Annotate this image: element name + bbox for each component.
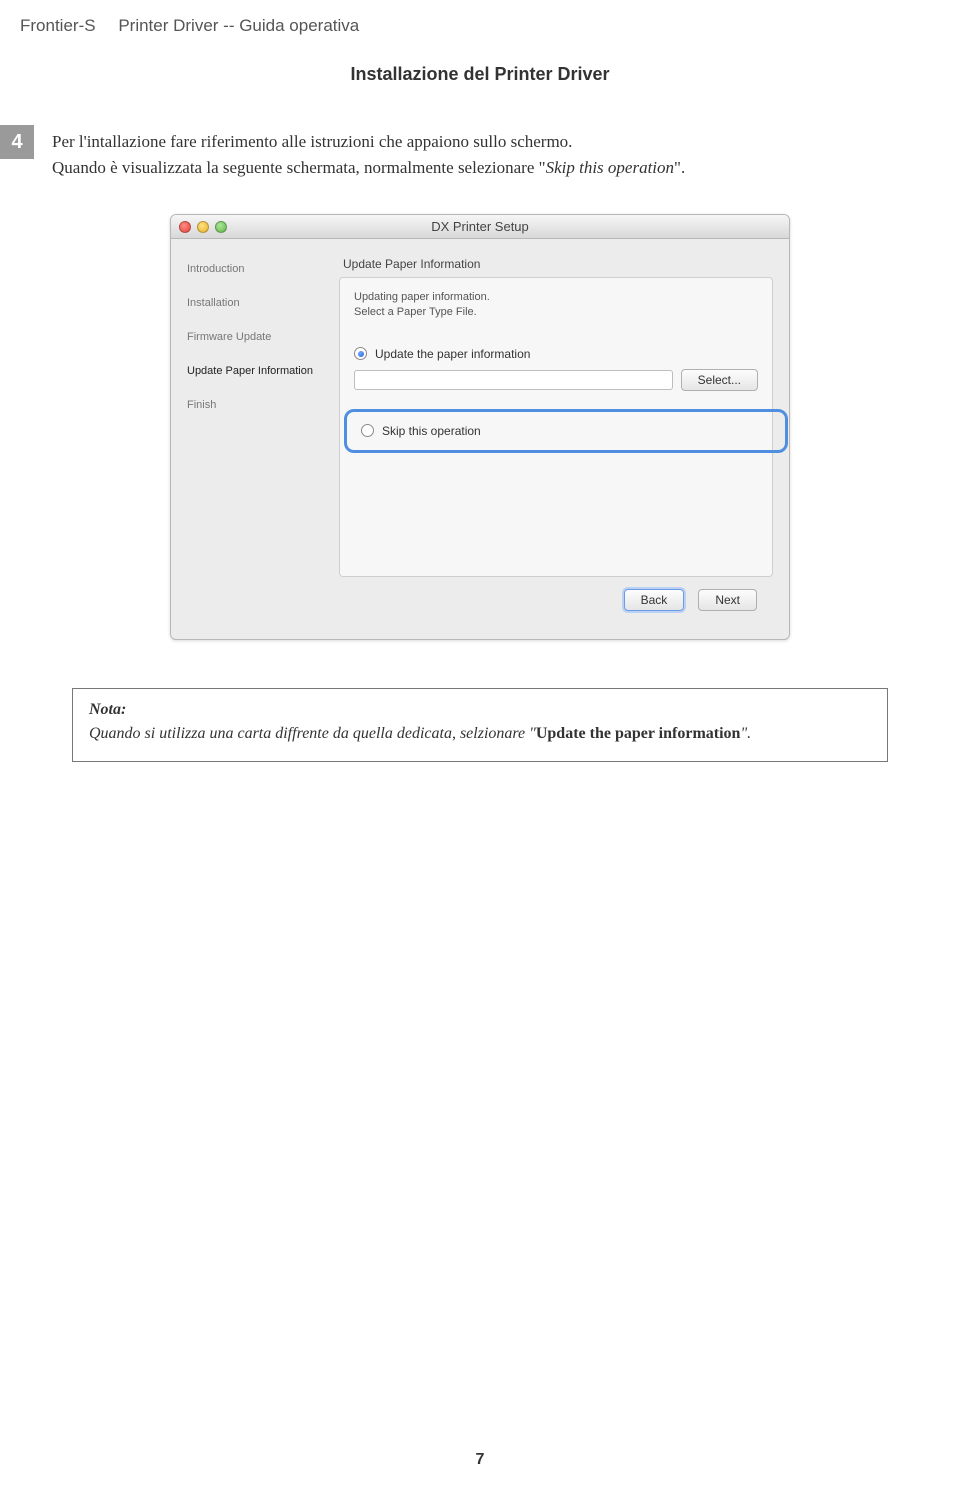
highlight-box: Skip this operation [344,409,788,453]
note-box: Nota: Quando si utilizza una carta diffr… [72,688,888,762]
wizard-sidebar: Introduction Installation Firmware Updat… [171,239,339,639]
step-text-b-pre: Quando è visualizzata la seguente scherm… [52,158,546,177]
product-name: Frontier-S [20,16,96,35]
radio-skip-icon[interactable] [361,424,374,437]
installer-window: DX Printer Setup Introduction Installati… [170,214,790,640]
back-button-label: Back [641,593,668,607]
sidebar-item-paper: Update Paper Information [187,365,327,377]
next-button-label: Next [715,593,740,607]
radio-skip-row[interactable]: Skip this operation [361,424,771,438]
sidebar-item-introduction: Introduction [187,263,327,275]
intro-line2: Select a Paper Type File. [354,306,477,318]
window-title: DX Printer Setup [171,219,789,234]
traffic-lights [179,221,227,233]
select-button-label: Select... [698,373,741,387]
content-panel: Updating paper information. Select a Pap… [339,277,773,577]
close-icon[interactable] [179,221,191,233]
radio-skip-label: Skip this operation [382,424,481,438]
button-bar: Back Next [339,577,773,625]
intro-line1: Updating paper information. [354,291,490,303]
file-row: Select... [354,369,758,391]
step-text-a: Per l'intallazione fare riferimento alle… [52,132,572,151]
note-body-pre: Quando si utilizza una carta diffrente d… [89,725,536,742]
section-title: Installazione del Printer Driver [0,64,960,85]
sidebar-item-finish: Finish [187,399,327,411]
step-text-b-ital: Skip this operation [546,158,674,177]
titlebar: DX Printer Setup [171,215,789,239]
file-path-input[interactable] [354,370,673,390]
page-number: 7 [0,1451,960,1469]
note-body-post: ". [740,725,751,742]
page-header: Frontier-S Printer Driver -- Guida opera… [0,0,960,36]
zoom-icon[interactable] [215,221,227,233]
step-number-badge: 4 [0,125,34,159]
step-row: 4 Per l'intallazione fare riferimento al… [0,125,960,180]
back-button[interactable]: Back [624,589,685,611]
step-text-b-post: ". [674,158,685,177]
radio-update-icon[interactable] [354,347,367,360]
content-header: Update Paper Information [339,257,773,271]
note-body-bold: Update the paper information [536,725,741,742]
note-body: Quando si utilizza una carta diffrente d… [89,723,871,745]
window-body: Introduction Installation Firmware Updat… [171,239,789,639]
note-title: Nota: [89,701,871,719]
step-text: Per l'intallazione fare riferimento alle… [52,125,745,180]
panel-intro: Updating paper information. Select a Pap… [354,290,758,321]
sidebar-item-firmware: Firmware Update [187,331,327,343]
radio-update-row[interactable]: Update the paper information [354,347,758,361]
next-button[interactable]: Next [698,589,757,611]
minimize-icon[interactable] [197,221,209,233]
sidebar-item-installation: Installation [187,297,327,309]
radio-update-label: Update the paper information [375,347,530,361]
header-subtitle: Printer Driver -- Guida operativa [118,16,359,35]
select-button[interactable]: Select... [681,369,758,391]
wizard-content: Update Paper Information Updating paper … [339,239,789,639]
